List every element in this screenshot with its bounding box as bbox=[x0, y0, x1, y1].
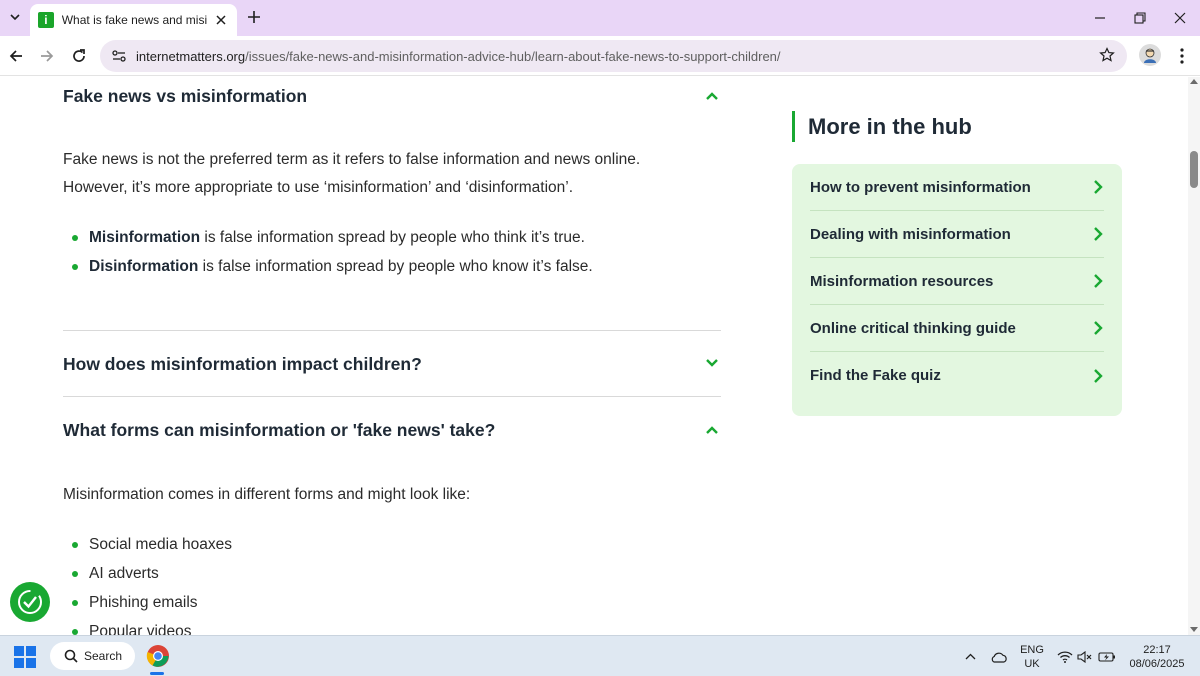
section1-paragraph-line1: Fake news is not the preferred term as i… bbox=[63, 151, 641, 168]
speaker-muted-icon[interactable] bbox=[1076, 636, 1094, 676]
clock-time: 22:17 bbox=[1143, 643, 1171, 656]
close-tab-icon[interactable] bbox=[213, 12, 229, 28]
page-scrollbar[interactable] bbox=[1188, 77, 1200, 635]
url-path: /issues/fake-news-and-misinformation-adv… bbox=[245, 48, 781, 64]
show-hidden-icons-chevron-icon[interactable] bbox=[960, 636, 980, 676]
url-host: internetmatters.org bbox=[136, 48, 246, 64]
tab-search-chevron-icon[interactable] bbox=[4, 6, 26, 28]
keyboard-region: UK bbox=[1024, 657, 1040, 670]
windows-start-icon[interactable] bbox=[14, 646, 36, 668]
divider bbox=[63, 396, 721, 397]
hub-link-label: Online critical thinking guide bbox=[810, 319, 1016, 337]
section1-paragraph-line2: However, it’s more appropriate to use ‘m… bbox=[63, 179, 574, 196]
list-item: Social media hoaxes bbox=[72, 534, 232, 563]
search-icon bbox=[64, 649, 78, 663]
minimize-button[interactable] bbox=[1088, 6, 1112, 30]
language-indicator[interactable]: ENG UK bbox=[1016, 636, 1048, 676]
hub-link-quiz[interactable]: Find the Fake quiz bbox=[810, 352, 1104, 399]
onedrive-cloud-icon[interactable] bbox=[988, 636, 1010, 676]
scroll-down-icon[interactable] bbox=[1190, 627, 1198, 632]
accordion-title-impact-on-children[interactable]: How does misinformation impact children? bbox=[63, 354, 422, 375]
wifi-icon[interactable] bbox=[1056, 636, 1074, 676]
reload-button[interactable] bbox=[68, 45, 90, 67]
bookmark-star-icon[interactable] bbox=[1099, 47, 1115, 68]
chevron-right-icon bbox=[1094, 180, 1103, 194]
accessibility-button[interactable] bbox=[10, 582, 50, 622]
taskbar-search[interactable]: Search bbox=[50, 642, 135, 670]
url-text: internetmatters.org/issues/fake-news-and… bbox=[136, 49, 781, 64]
hub-link-critical-thinking[interactable]: Online critical thinking guide bbox=[810, 305, 1104, 352]
tab-title: What is fake news and misinformation bbox=[61, 13, 208, 27]
taskbar: Search ENG UK 22:17 08/06/2025 bbox=[0, 635, 1200, 676]
back-button[interactable] bbox=[5, 45, 27, 67]
list-item: AI adverts bbox=[72, 563, 232, 592]
section3-intro: Misinformation comes in different forms … bbox=[63, 486, 471, 503]
accessibility-icon bbox=[18, 590, 42, 614]
hub-link-prevent[interactable]: How to prevent misinformation bbox=[810, 164, 1104, 211]
accordion-title-fake-news-vs-misinformation[interactable]: Fake news vs misinformation bbox=[63, 86, 307, 107]
hub-link-resources[interactable]: Misinformation resources bbox=[810, 258, 1104, 305]
bullet-text: is false information spread by people wh… bbox=[198, 258, 593, 275]
accordion-title-forms-of-misinformation[interactable]: What forms can misinformation or 'fake n… bbox=[63, 420, 495, 441]
browser-menu-icon[interactable] bbox=[1172, 45, 1192, 67]
chrome-taskbar-icon[interactable] bbox=[146, 644, 170, 668]
new-tab-button[interactable] bbox=[244, 7, 264, 27]
hub-link-label: Misinformation resources bbox=[810, 272, 994, 290]
site-favicon-icon: i bbox=[38, 12, 54, 28]
divider bbox=[63, 330, 721, 331]
list-item: Phishing emails bbox=[72, 592, 232, 621]
list-item: Misinformation is false information spre… bbox=[72, 227, 593, 256]
scroll-up-icon[interactable] bbox=[1190, 79, 1198, 84]
chevron-up-icon[interactable] bbox=[704, 88, 720, 104]
browser-toolbar: internetmatters.org/issues/fake-news-and… bbox=[0, 36, 1200, 76]
section3-bullet-list: Social media hoaxes AI adverts Phishing … bbox=[72, 534, 232, 635]
taskbar-search-label: Search bbox=[84, 649, 123, 663]
chevron-right-icon bbox=[1094, 368, 1103, 383]
bullet-text: is false information spread by people wh… bbox=[200, 229, 585, 246]
web-page: Fake news vs misinformation Fake news is… bbox=[0, 77, 1188, 635]
tab-strip: i What is fake news and misinformation bbox=[0, 0, 1200, 36]
chevron-right-icon bbox=[1094, 227, 1103, 241]
chevron-up-icon[interactable] bbox=[704, 422, 720, 438]
battery-icon[interactable] bbox=[1097, 636, 1117, 676]
hub-link-dealing[interactable]: Dealing with misinformation bbox=[810, 211, 1104, 258]
list-item: Popular videos bbox=[72, 621, 232, 635]
hub-link-label: How to prevent misinformation bbox=[810, 178, 1031, 196]
browser-tab[interactable]: i What is fake news and misinformation bbox=[30, 4, 237, 36]
list-item: Disinformation is false information spre… bbox=[72, 256, 593, 285]
language-code: ENG bbox=[1020, 643, 1044, 656]
hub-links-panel: How to prevent misinformation Dealing wi… bbox=[792, 164, 1122, 416]
site-info-icon[interactable] bbox=[104, 41, 134, 71]
section1-bullet-list: Misinformation is false information spre… bbox=[72, 227, 593, 285]
clock-date: 08/06/2025 bbox=[1129, 657, 1185, 670]
profile-avatar[interactable] bbox=[1139, 44, 1161, 66]
hub-link-label: Find the Fake quiz bbox=[810, 367, 941, 384]
chevron-down-icon[interactable] bbox=[704, 355, 720, 371]
hub-link-label: Dealing with misinformation bbox=[810, 225, 1011, 243]
restore-button[interactable] bbox=[1128, 6, 1152, 30]
chevron-right-icon bbox=[1094, 321, 1103, 335]
address-bar[interactable]: internetmatters.org/issues/fake-news-and… bbox=[100, 40, 1127, 72]
section1-paragraph: Fake news is not the preferred term as i… bbox=[63, 146, 640, 202]
scrollbar-thumb[interactable] bbox=[1190, 151, 1198, 188]
active-app-indicator bbox=[150, 672, 164, 675]
clock[interactable]: 22:17 08/06/2025 bbox=[1124, 636, 1190, 676]
hub-heading: More in the hub bbox=[792, 111, 972, 142]
bullet-term: Disinformation bbox=[89, 258, 199, 275]
forward-button[interactable] bbox=[36, 45, 58, 67]
close-window-button[interactable] bbox=[1168, 6, 1192, 30]
chevron-right-icon bbox=[1094, 274, 1103, 288]
bullet-term: Misinformation bbox=[89, 229, 201, 246]
